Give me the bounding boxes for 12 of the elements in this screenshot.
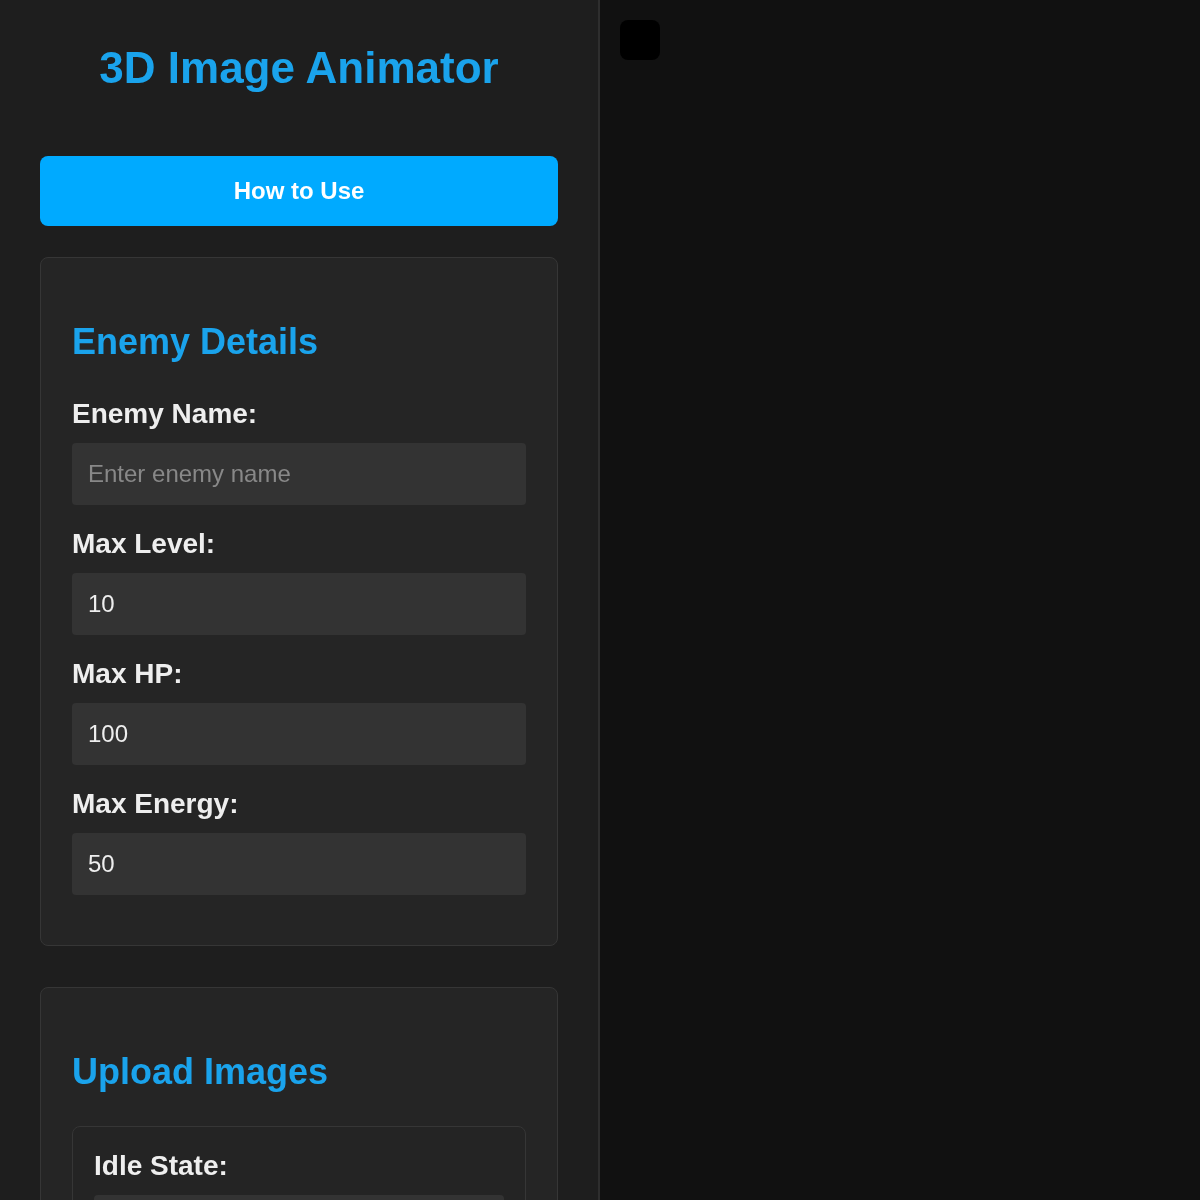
field-label: Enemy Name: — [72, 397, 259, 431]
field-label: Max Level: — [72, 527, 217, 561]
section-heading: Enemy Details — [72, 320, 320, 364]
field-label: Max HP: — [72, 657, 184, 691]
input-field[interactable]: 10 — [72, 573, 526, 635]
app-title: 3D Image Animator — [98, 42, 500, 94]
input-field[interactable]: 50 — [72, 833, 526, 895]
input-field[interactable]: 100 — [72, 703, 526, 765]
section-heading: Upload Images — [72, 1050, 330, 1094]
field-label: Idle State: — [94, 1149, 229, 1183]
field-label: Max Energy: — [72, 787, 240, 821]
input-field[interactable]: Enter enemy name — [72, 443, 526, 505]
